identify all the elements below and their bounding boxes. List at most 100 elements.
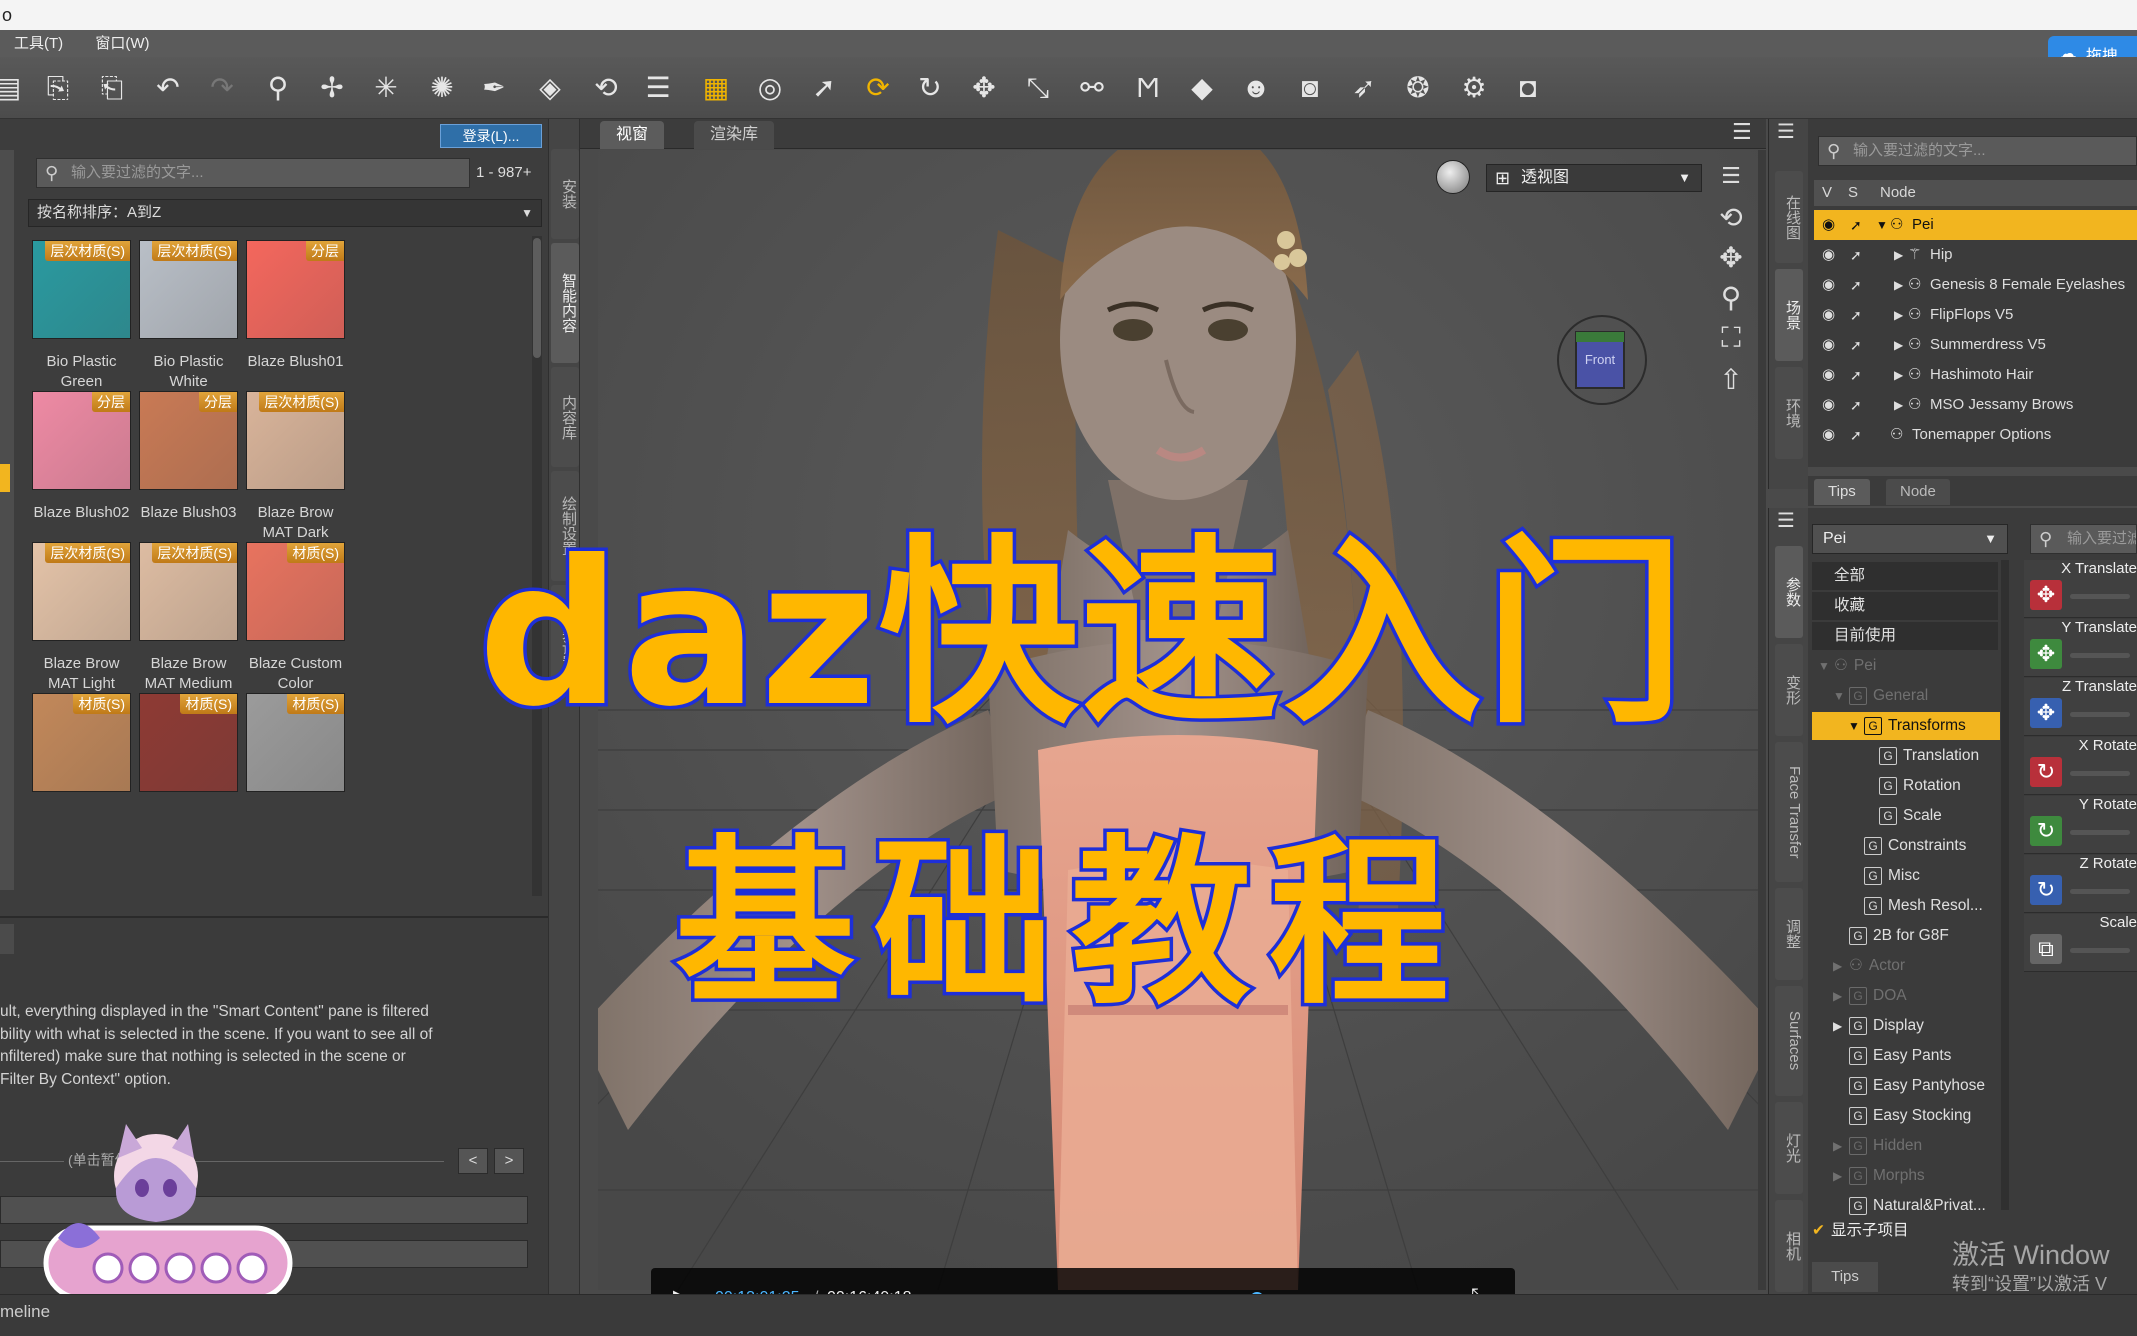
login-button[interactable]: 登录(L)... <box>440 124 542 148</box>
parameter-group-row[interactable]: ▶ G Hidden <box>1812 1132 2000 1160</box>
expand-toggle-icon[interactable]: ▶ <box>1894 390 1903 420</box>
slider-track[interactable] <box>2070 712 2130 717</box>
parameter-group-row[interactable]: ▶ G DOA <box>1812 982 2000 1010</box>
tab-viewport[interactable]: 视窗 <box>600 121 665 149</box>
orbit-icon[interactable]: ⟲ <box>1713 200 1749 236</box>
parameter-slider[interactable]: Z Rotate ↻ <box>2024 855 2137 913</box>
parameter-group-row[interactable]: ▼ G General <box>1812 682 2000 710</box>
tab-tips-bottom[interactable]: Tips <box>1812 1262 1878 1292</box>
eye-icon[interactable]: ◉ <box>1822 240 1835 270</box>
parameter-group-row[interactable]: G Rotation <box>1812 772 2000 800</box>
scene-node-row[interactable]: ◉ ➚ ▶ ⚇ Summerdress V5 <box>1814 330 2137 360</box>
content-search-input[interactable]: ⚲ 输入要过滤的文字... <box>36 158 470 188</box>
parameter-group-row[interactable]: G Easy Pantyhose <box>1812 1072 2000 1100</box>
grid-icon[interactable]: ▦ <box>696 69 736 107</box>
slider-track[interactable] <box>2070 889 2130 894</box>
frame-icon[interactable]: ⛶ <box>1713 320 1749 356</box>
figure-select[interactable]: Pei ▼ <box>1812 524 2008 554</box>
select-arrow-icon[interactable]: ➚ <box>1850 330 1862 360</box>
point-at-icon[interactable]: ✒ <box>474 69 514 107</box>
tab-smart-content[interactable]: 智能内容 <box>551 243 579 363</box>
render-settings-icon[interactable]: ⚙ <box>1454 69 1494 107</box>
parameter-slider[interactable]: Y Translate ✥ <box>2024 619 2137 677</box>
scene-node-row[interactable]: ◉ ➚ ⚇ Tonemapper Options <box>1814 420 2137 450</box>
select-arrow-icon[interactable]: ➚ <box>1850 270 1862 300</box>
pointer-icon[interactable]: ➚ <box>804 69 844 107</box>
redo-icon[interactable]: ↷ <box>202 69 242 107</box>
parameter-slider[interactable]: Y Rotate ↻ <box>2024 796 2137 854</box>
parameter-slider[interactable]: Scale ⧉ <box>2024 914 2137 972</box>
expand-toggle-icon[interactable]: ▶ <box>1833 1012 1849 1040</box>
expand-toggle-icon[interactable]: ▶ <box>1833 1132 1849 1160</box>
expand-toggle-icon[interactable]: ▶ <box>1894 270 1903 300</box>
select-icon[interactable]: ➶ <box>1344 69 1384 107</box>
scene-search-input[interactable]: ⚲ 输入要过滤的文字... <box>1818 136 2137 166</box>
header-visible[interactable]: V <box>1822 180 1832 206</box>
parameter-group-row[interactable]: 收藏 <box>1812 592 1998 620</box>
parameter-slider[interactable]: Z Translate ✥ <box>2024 678 2137 736</box>
tip-next-button[interactable]: > <box>494 1148 524 1174</box>
header-node[interactable]: Node <box>1880 180 1916 206</box>
eye-icon[interactable]: ◉ <box>1822 360 1835 390</box>
eye-icon[interactable]: ◉ <box>1822 390 1835 420</box>
slider-track[interactable] <box>2070 948 2130 953</box>
content-item[interactable]: 材质(S) <box>28 689 135 889</box>
tweak-icon[interactable]: Ϻ <box>1128 69 1168 107</box>
render-icon[interactable]: ◙ <box>1290 69 1330 107</box>
menu-tools[interactable]: 工具(T) <box>14 35 63 52</box>
scale-icon[interactable]: ⤡ <box>1018 69 1058 107</box>
parameter-group-row[interactable]: ▶ G Display <box>1812 1012 2000 1040</box>
slider-track[interactable] <box>2070 594 2130 599</box>
zoom-icon[interactable]: ⚲ <box>1713 280 1749 316</box>
parameter-group-row[interactable]: G 2B for G8F <box>1812 922 2000 950</box>
tab-shaping[interactable]: 变形 <box>1775 644 1803 736</box>
slider-track[interactable] <box>2070 771 2130 776</box>
viewport-options-icon[interactable]: ☰ <box>1713 158 1749 194</box>
expand-toggle-icon[interactable]: ▶ <box>1833 1162 1849 1190</box>
scene-node-row[interactable]: ◉ ➚ ▶ ⚇ FlipFlops V5 <box>1814 300 2137 330</box>
import-icon[interactable]: ⎘ <box>38 69 78 107</box>
parameter-group-row[interactable]: ▶ ⚇ Actor <box>1812 952 2000 980</box>
tab-online[interactable]: 在线图 <box>1775 171 1803 263</box>
parameter-group-row[interactable]: ▼ G Transforms <box>1812 712 2000 740</box>
chain-icon[interactable]: ⚯ <box>1072 69 1112 107</box>
scene-node-row[interactable]: ◉ ➚ ▼ ⚇ Pei <box>1814 210 2137 240</box>
spotlight-icon[interactable]: ✺ <box>422 69 462 107</box>
scene-node-row[interactable]: ◉ ➚ ▶ ⚚ Hip <box>1814 240 2137 270</box>
surface-icon[interactable]: ◆ <box>1182 69 1222 107</box>
select-arrow-icon[interactable]: ➚ <box>1850 240 1862 270</box>
universal-tool-icon[interactable]: ✢ <box>312 69 352 107</box>
menu-window[interactable]: 窗口(W) <box>95 35 149 52</box>
parameter-search-input[interactable]: ⚲ 输入要过滤 <box>2030 524 2137 554</box>
select-arrow-icon[interactable]: ➚ <box>1850 420 1862 450</box>
expand-toggle-icon[interactable]: ▼ <box>1848 712 1864 740</box>
content-item[interactable]: 材质(S) <box>242 689 349 889</box>
reset-view-icon[interactable]: ⇧ <box>1713 362 1749 398</box>
tab-parameters[interactable]: 参数 <box>1775 546 1803 638</box>
tab-surfaces[interactable]: Surfaces <box>1775 986 1803 1096</box>
tab-environment[interactable]: 环境 <box>1775 367 1803 459</box>
expand-toggle-icon[interactable]: ▶ <box>1894 240 1903 270</box>
parameter-group-row[interactable]: ▼ ⚇ Pei <box>1812 652 2000 680</box>
tab-lights[interactable]: 灯光 <box>1775 1102 1803 1194</box>
tab-node[interactable]: Node <box>1886 479 1950 505</box>
right-pane-menu-icon[interactable]: ☰ <box>1777 508 1795 533</box>
header-selectable[interactable]: S <box>1848 180 1858 206</box>
content-item[interactable]: 材质(S) <box>135 689 242 889</box>
eye-icon[interactable]: ◉ <box>1822 330 1835 360</box>
parameter-group-row[interactable]: ▶ G Morphs <box>1812 1162 2000 1190</box>
parameter-group-row[interactable]: G Scale <box>1812 802 2000 830</box>
parameter-group-row[interactable]: G Mesh Resol... <box>1812 892 2000 920</box>
eye-icon[interactable]: ◉ <box>1822 270 1835 300</box>
tab-face-transfer[interactable]: Face Transfer <box>1775 742 1803 882</box>
content-scrollbar-thumb[interactable] <box>533 238 541 358</box>
pan-icon[interactable]: ✥ <box>1713 240 1749 276</box>
expand-toggle-icon[interactable]: ▶ <box>1894 360 1903 390</box>
tab-tips[interactable]: Tips <box>1814 479 1870 505</box>
draw-style-icon[interactable] <box>1436 160 1470 194</box>
align-icon[interactable]: ☰ <box>638 69 678 107</box>
parameter-tree-scrollbar[interactable] <box>2001 560 2009 1210</box>
slider-track[interactable] <box>2070 653 2130 658</box>
camera-icon[interactable]: ◘ <box>1508 69 1548 107</box>
parameter-group-row[interactable]: G Misc <box>1812 862 2000 890</box>
